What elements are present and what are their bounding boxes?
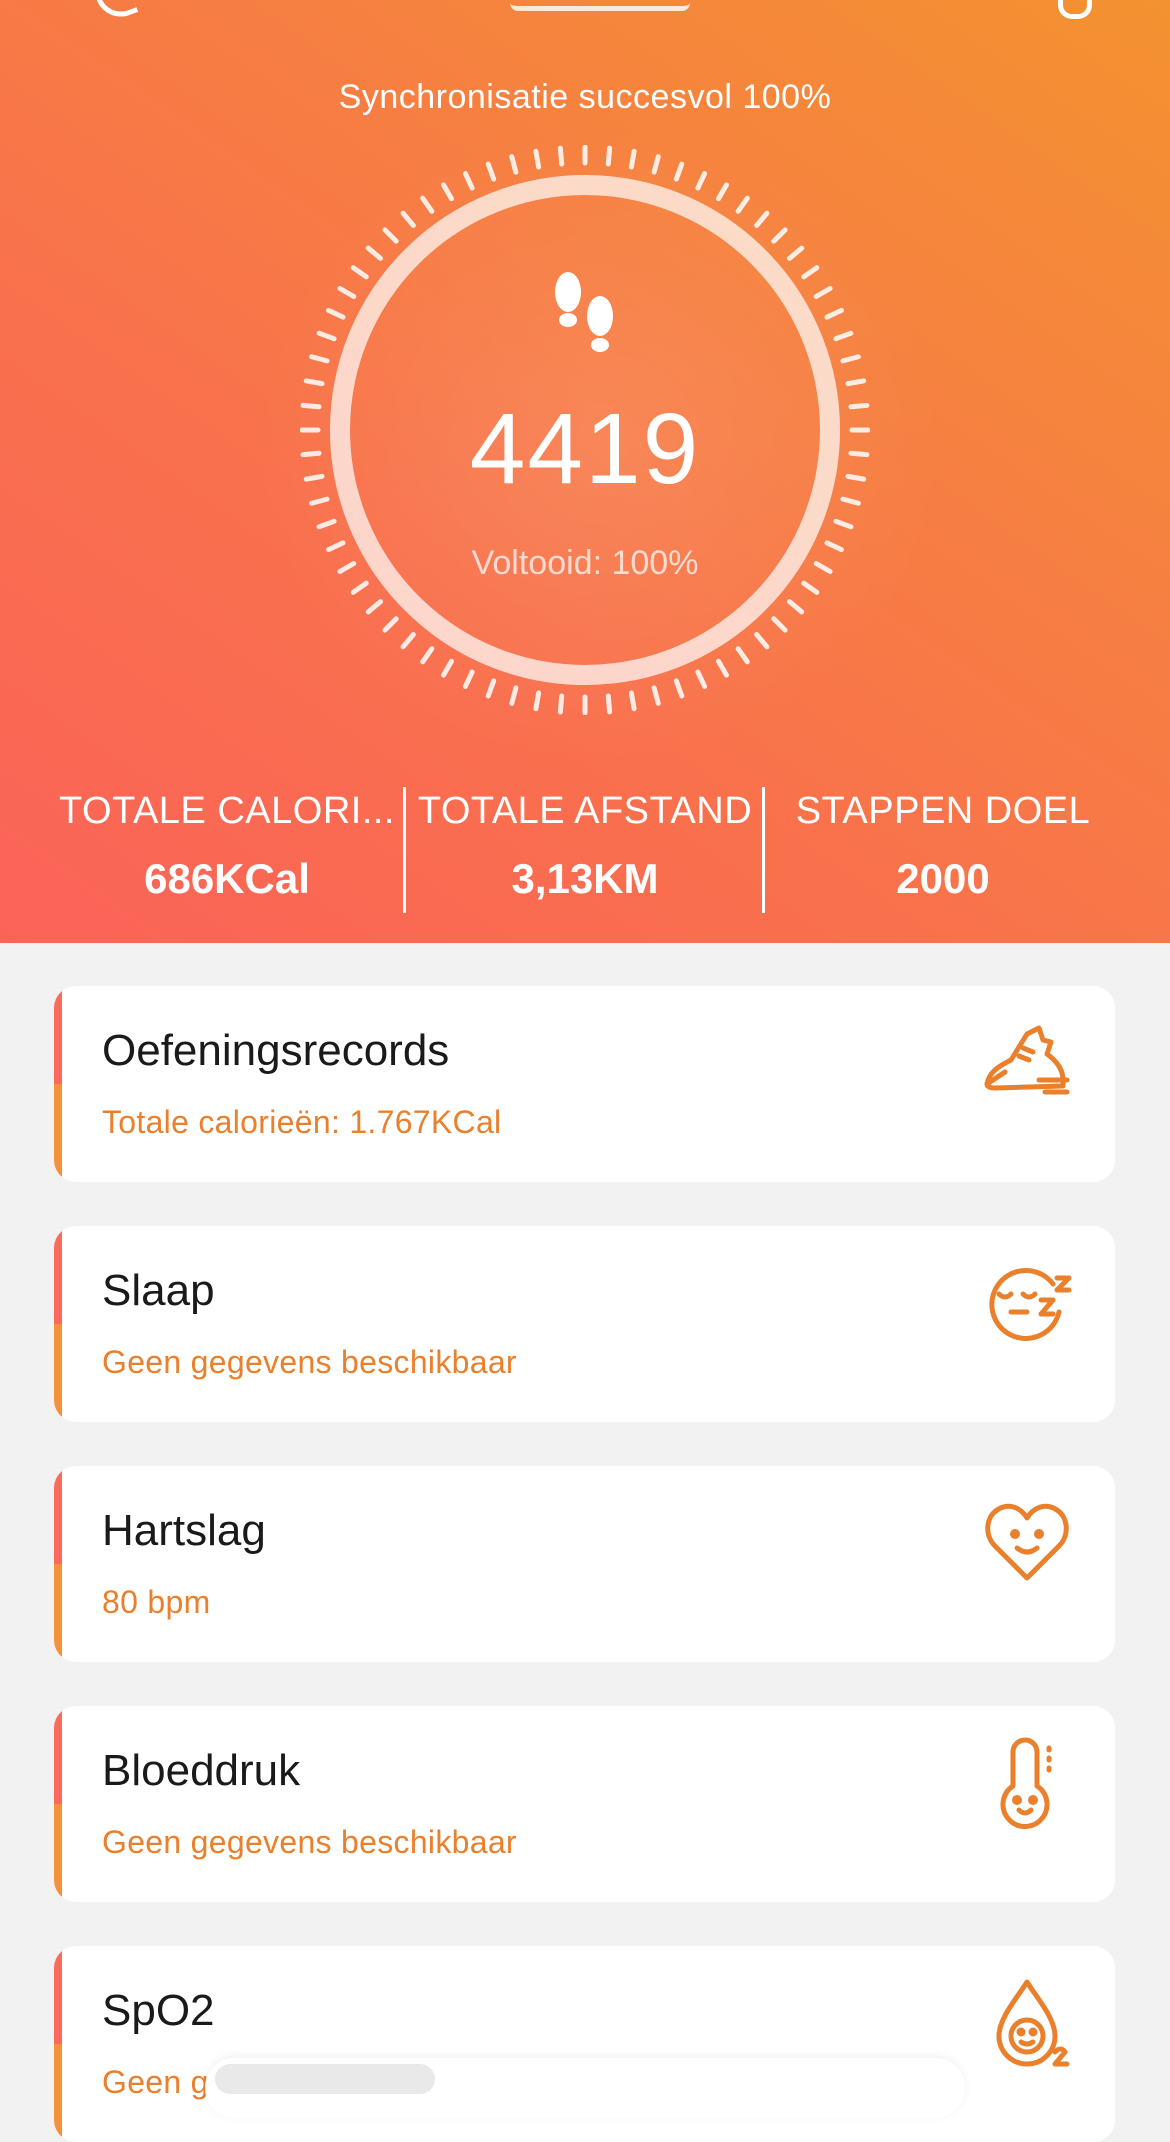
back-icon[interactable] xyxy=(92,0,139,24)
ring-tick xyxy=(840,354,861,364)
thermometer-face-icon xyxy=(1000,1737,1052,1829)
stat-value: 2000 xyxy=(896,855,990,902)
ring-tick xyxy=(673,678,685,699)
ring-tick xyxy=(462,171,475,191)
ring-tick xyxy=(716,658,729,678)
ring-tick xyxy=(400,210,416,228)
ring-tick xyxy=(462,669,475,689)
card-accent-bar xyxy=(54,1226,62,1422)
card-sleep[interactable]: Slaap Geen gegevens beschikbaar xyxy=(54,1226,1115,1422)
ring-tick xyxy=(337,286,357,299)
card-title: Oefeningsrecords xyxy=(102,1026,450,1075)
ring-tick xyxy=(801,265,820,280)
ring-tick xyxy=(771,616,788,633)
card-exercise-records[interactable]: Oefeningsrecords Totale calorieën: 1.767… xyxy=(54,986,1115,1182)
ring-tick xyxy=(605,693,613,715)
card-subtitle: Geen gegevens beschikbaar xyxy=(102,1344,517,1380)
ring-tick xyxy=(303,378,325,387)
ring-tick xyxy=(509,154,519,175)
card-subtitle: Totale calorieën: 1.767KCal xyxy=(102,1104,502,1140)
heart-face-icon xyxy=(985,1503,1069,1581)
ring-tick xyxy=(509,685,519,706)
ring-tick xyxy=(485,161,497,182)
ring-tick xyxy=(420,646,435,665)
stat-label: TOTALE CALORI... xyxy=(58,790,395,832)
card-accent-bar xyxy=(54,1946,62,2142)
card-title: Slaap xyxy=(102,1266,215,1315)
ring-tick xyxy=(605,145,613,167)
ring-tick xyxy=(695,669,708,689)
card-accent-bar xyxy=(54,1466,62,1662)
ring-tick xyxy=(382,227,399,244)
sync-status-text: Synchronisatie succesvol 100% xyxy=(338,78,832,116)
ring-tick xyxy=(628,148,637,170)
ring-tick xyxy=(651,685,661,706)
ring-tick xyxy=(735,195,750,214)
ring-tick xyxy=(754,632,770,650)
ring-tick xyxy=(326,307,346,320)
card-accent-bar xyxy=(54,986,62,1182)
sleep-face-icon xyxy=(989,1268,1072,1341)
stat-value: 3,13KM xyxy=(511,855,659,902)
stat-label: STAPPEN DOEL xyxy=(795,790,1091,832)
card-accent-bar xyxy=(54,1706,62,1902)
ring-tick xyxy=(754,210,770,228)
ring-tick xyxy=(365,245,383,261)
home-indicator[interactable] xyxy=(215,2064,435,2094)
ring-tick xyxy=(824,307,844,320)
stat-total-distance: TOTALE AFSTAND 3,13KM xyxy=(405,790,765,903)
card-subtitle: 80 bpm xyxy=(102,1584,211,1620)
ring-tick xyxy=(309,354,330,364)
oxygen-drop-icon xyxy=(996,1979,1070,2067)
stat-total-calories: TOTALE CALORI... 686KCal xyxy=(47,790,407,903)
card-title: Bloeddruk xyxy=(102,1746,301,1795)
ring-tick xyxy=(316,518,337,530)
ring-tick xyxy=(651,154,661,175)
ring-tick xyxy=(735,646,750,665)
nav-title-fragment xyxy=(510,0,690,11)
ring-tick xyxy=(557,145,565,167)
card-title: SpO2 xyxy=(102,1986,215,2035)
ring-tick xyxy=(485,678,497,699)
ring-tick xyxy=(716,182,729,202)
steps-hero-panel: Synchronisatie succesvol 100% 4419 Volto… xyxy=(0,0,1170,943)
ring-tick xyxy=(400,632,416,650)
ring-tick xyxy=(673,161,685,182)
ring-tick xyxy=(382,616,399,633)
ring-tick xyxy=(845,378,867,387)
ring-tick xyxy=(813,286,833,299)
card-blood-pressure[interactable]: Bloeddruk Geen gegevens beschikbaar xyxy=(54,1706,1115,1902)
ring-tick xyxy=(441,658,454,678)
ring-tick xyxy=(365,599,383,615)
ring-tick xyxy=(557,693,565,715)
ring-tick xyxy=(533,690,542,712)
ring-tick xyxy=(628,690,637,712)
ring-tick xyxy=(350,580,369,595)
settings-icon[interactable] xyxy=(1058,0,1092,19)
ring-tick xyxy=(771,227,788,244)
card-heart-rate[interactable]: Hartslag 80 bpm xyxy=(54,1466,1115,1662)
ring-tick xyxy=(420,195,435,214)
ring-tick xyxy=(441,182,454,202)
stat-steps-goal: STAPPEN DOEL 2000 xyxy=(763,790,1123,903)
completion-text: Voltooid: 100% xyxy=(471,544,699,582)
ring-tick xyxy=(350,265,369,280)
ring-tick xyxy=(833,518,854,530)
stat-value: 686KCal xyxy=(144,855,310,902)
ring-tick xyxy=(833,330,854,342)
ring-tick xyxy=(316,330,337,342)
card-subtitle: Geen gegevens beschikbaar xyxy=(102,1824,517,1860)
ring-tick xyxy=(695,171,708,191)
step-count: 4419 xyxy=(469,393,701,505)
footsteps-icon xyxy=(555,272,613,352)
stat-label: TOTALE AFSTAND xyxy=(417,790,753,832)
ring-tick xyxy=(801,580,820,595)
running-shoe-icon xyxy=(984,1025,1070,1095)
ring-tick xyxy=(533,148,542,170)
card-title: Hartslag xyxy=(102,1506,266,1555)
ring-tick xyxy=(787,245,805,261)
card-subtitle: Geen g xyxy=(102,2064,209,2100)
ring-tick xyxy=(787,599,805,615)
